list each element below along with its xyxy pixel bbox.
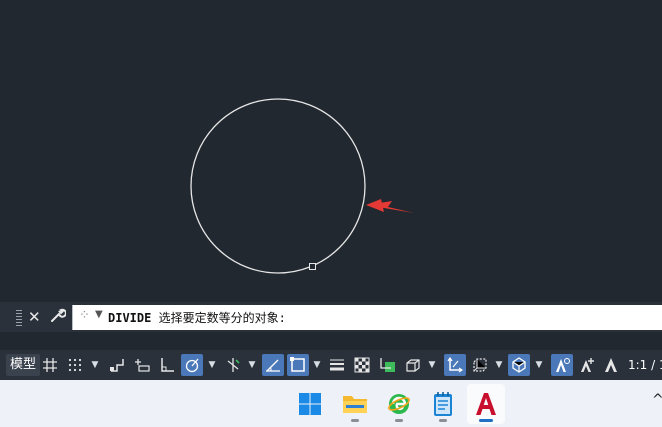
command-prompt-icon: ⁘: [79, 308, 90, 323]
snap-tracking-icon: [266, 359, 280, 372]
grid-display-button[interactable]: [39, 354, 61, 376]
windows-taskbar: [0, 380, 662, 427]
command-prompt-text: DIVIDE 选择要定数等分的对象:: [108, 309, 286, 326]
object-snap-chevron-icon[interactable]: ▼: [313, 359, 321, 371]
taskbar-browser[interactable]: [380, 384, 418, 424]
lineweight-button[interactable]: [326, 354, 348, 376]
autocad-logo-icon: [476, 393, 496, 415]
selection-filter-button[interactable]: [469, 354, 491, 376]
polar-tracking-icon: [185, 358, 199, 373]
command-name: DIVIDE: [108, 311, 152, 325]
transparency-icon: [354, 357, 370, 373]
command-prompt-message: 选择要定数等分的对象:: [158, 311, 286, 325]
auto-scale-button[interactable]: [576, 354, 598, 376]
taskbar-file-explorer[interactable]: [336, 384, 374, 424]
browser-icon: [388, 394, 410, 414]
taskbar-autocad[interactable]: [467, 384, 505, 424]
annotation-scale-button[interactable]: [600, 354, 622, 376]
snap-mode-button[interactable]: [64, 354, 86, 376]
red-arrow-head: [366, 199, 384, 212]
auto-scale-icon: [581, 358, 594, 372]
notepad-icon: [434, 392, 452, 416]
polar-options-chevron-icon[interactable]: ▼: [208, 359, 216, 371]
windows-logo-icon: [299, 393, 321, 415]
snap-dots-icon: [68, 358, 82, 372]
pickbox-cursor: [309, 263, 316, 270]
snap-options-chevron-icon[interactable]: ▼: [91, 359, 99, 371]
model-space-tab[interactable]: 模型: [6, 354, 41, 376]
taskbar-start-button[interactable]: [291, 384, 329, 424]
ortho-mode-button[interactable]: [156, 354, 178, 376]
selection-cycling-button[interactable]: [377, 354, 399, 376]
selection-cycling-icon: [380, 358, 395, 372]
dynamic-ucs-icon: [447, 357, 463, 373]
system-tray-chevron-icon[interactable]: ^: [652, 392, 662, 408]
polar-tracking-button[interactable]: [181, 354, 203, 376]
running-indicator: [351, 419, 359, 422]
isometric-icon: [227, 358, 240, 372]
object-snap-tracking-button[interactable]: [262, 354, 284, 376]
ortho-icon: [161, 358, 174, 372]
gizmo-chevron-icon[interactable]: ▼: [535, 359, 543, 371]
annotation-visibility-button[interactable]: [551, 354, 573, 376]
object-snap-button[interactable]: [287, 354, 309, 376]
infer-constraints-button[interactable]: [106, 354, 128, 376]
isodraft-button[interactable]: [222, 354, 244, 376]
dynamic-input-button[interactable]: [131, 354, 153, 376]
grid-icon: [43, 358, 57, 372]
annotation-visibility-icon: [556, 358, 570, 372]
dynamic-input-icon: [135, 359, 150, 372]
customize-wrench-icon[interactable]: [50, 307, 67, 328]
selection-filter-icon: [473, 358, 487, 372]
taskbar-notepad[interactable]: [424, 384, 462, 424]
gizmo-icon: [512, 357, 526, 373]
filter-chevron-icon[interactable]: ▼: [495, 359, 503, 371]
status-bar: 模型 ▼ ▼ ▼ ▼ ▼ ▼ ▼ 1:1 /: [0, 350, 662, 380]
running-indicator: [439, 419, 447, 422]
gizmo-button[interactable]: [508, 354, 530, 376]
isodraft-chevron-icon[interactable]: ▼: [248, 359, 256, 371]
infer-constraints-icon: [110, 359, 124, 372]
canvas-bottom-strip: [0, 332, 662, 350]
running-indicator: [395, 419, 403, 422]
annotation-scale-icon: [605, 358, 617, 372]
recent-commands-chevron-icon[interactable]: ▼: [95, 309, 103, 320]
annotation-scale-value[interactable]: 1:1 / 10: [628, 354, 662, 376]
command-input[interactable]: ⁘ ▼ DIVIDE 选择要定数等分的对象:: [72, 305, 662, 330]
drawn-circle[interactable]: [190, 98, 366, 274]
3d-snap-chevron-icon[interactable]: ▼: [428, 359, 436, 371]
folder-icon: [343, 396, 367, 413]
active-indicator: [479, 419, 493, 422]
canvas-drawing: [190, 98, 414, 274]
drag-grip-icon[interactable]: [16, 310, 22, 326]
lineweight-icon: [330, 359, 344, 371]
drawing-canvas[interactable]: [0, 0, 662, 302]
object-snap-icon: [290, 357, 305, 372]
close-icon[interactable]: ✕: [28, 307, 41, 327]
dynamic-ucs-button[interactable]: [444, 354, 466, 376]
transparency-button[interactable]: [351, 354, 373, 376]
3d-box-icon: [406, 359, 420, 372]
3d-object-snap-button[interactable]: [402, 354, 424, 376]
